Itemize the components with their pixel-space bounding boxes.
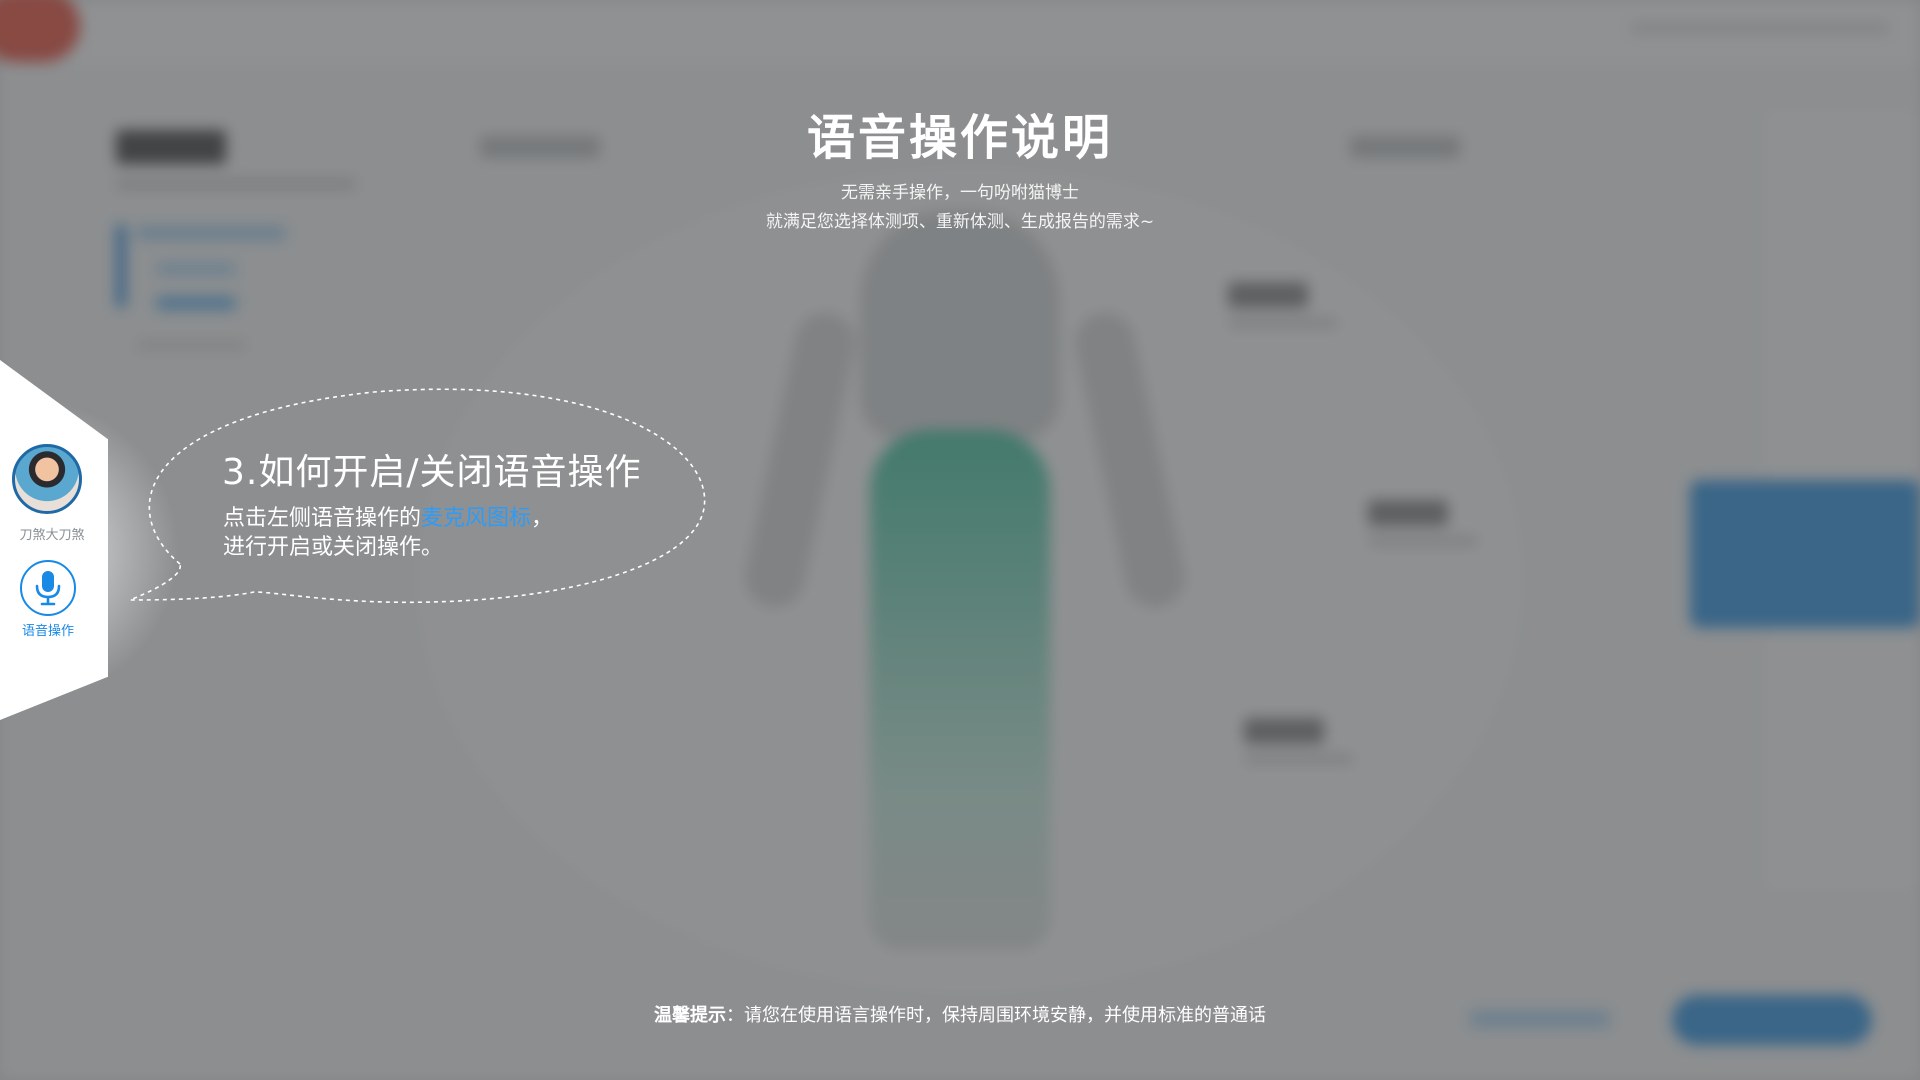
tip-colon: ： <box>726 1005 744 1026</box>
microphone-icon <box>35 571 61 606</box>
callout-highlight: 麦克风图标 <box>421 506 532 531</box>
callout-body: 点击左侧语音操作的麦克风图标， 进行开启或关闭操作。 <box>223 504 553 562</box>
microphone-button[interactable] <box>20 560 76 616</box>
user-name: 刀煞大刀煞 <box>19 528 85 543</box>
callout-line1: 点击左侧语音操作的麦克风图标， <box>223 504 553 533</box>
tip-text: 温馨提示：请您在使用语言操作时，保持周围环境安静，并使用标准的普通话 <box>0 1001 1920 1027</box>
page-title: 语音操作说明 <box>806 110 1113 166</box>
user-avatar[interactable] <box>12 444 82 514</box>
tip-label: 温馨提示 <box>654 1005 726 1026</box>
tip-message: 请您在使用语言操作时，保持周围环境安静，并使用标准的普通话 <box>744 1005 1266 1026</box>
callout-text: ， <box>531 506 554 531</box>
subtitle-line1: 无需亲手操作，一句吩咐猫博士 <box>841 183 1079 203</box>
callout-text: 点击左侧语音操作的 <box>223 506 422 531</box>
voice-operation-label: 语音操作 <box>21 624 74 639</box>
callout-bubble <box>129 388 706 604</box>
callout-heading: 3.如何开启/关闭语音操作 <box>222 452 642 493</box>
callout-line2: 进行开启或关闭操作。 <box>223 535 444 560</box>
subtitle-line2: 就满足您选择体测项、重新体测、生成报告的需求~ <box>765 212 1155 232</box>
